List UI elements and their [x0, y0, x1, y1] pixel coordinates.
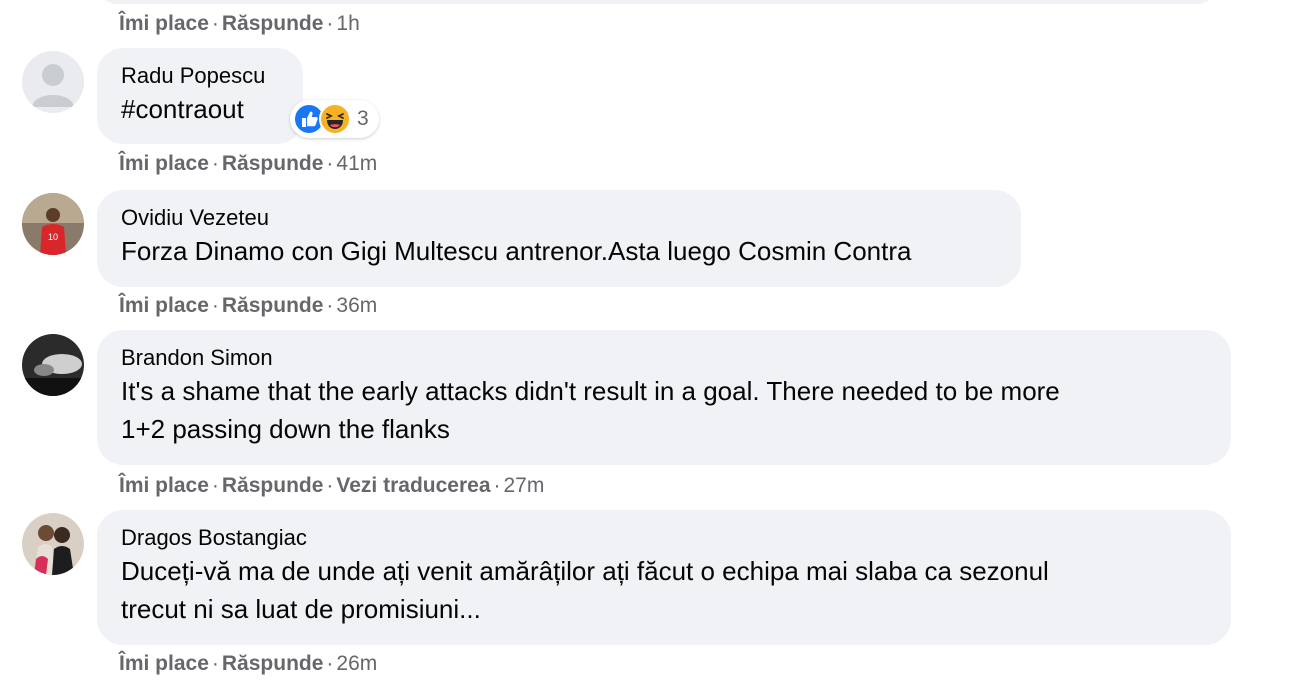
translate-link[interactable]: Vezi traducerea: [336, 474, 490, 497]
comment-bubble: Radu Popescu #contraout: [97, 48, 303, 144]
comment-text-line: Duceți-vă ma de unde ați venit amărâțilo…: [121, 556, 1049, 586]
comment-text-line: 1+2 passing down the flanks: [121, 414, 450, 444]
separator: ·: [211, 294, 219, 317]
default-avatar-icon: [22, 51, 84, 113]
separator: ·: [211, 652, 219, 675]
like-link[interactable]: Îmi place: [119, 294, 209, 317]
user-photo: [22, 334, 84, 396]
separator: ·: [211, 474, 219, 497]
like-link[interactable]: Îmi place: [119, 474, 209, 497]
comment-text-line: trecut ni sa luat de promisiuni...: [121, 594, 481, 624]
comment-author[interactable]: Radu Popescu: [121, 62, 279, 90]
reply-link[interactable]: Răspunde: [222, 652, 324, 675]
comment-time[interactable]: 27m: [504, 474, 545, 497]
separator: ·: [211, 12, 219, 35]
reply-link[interactable]: Răspunde: [222, 12, 324, 35]
separator: ·: [326, 474, 334, 497]
like-link[interactable]: Îmi place: [119, 12, 209, 35]
comment-author[interactable]: Dragos Bostangiac: [121, 524, 1207, 552]
separator: ·: [211, 152, 219, 175]
comment-bubble: Dragos Bostangiac Duceți-vă ma de unde a…: [97, 510, 1231, 645]
comment-bubble: Ovidiu Vezeteu Forza Dinamo con Gigi Mul…: [97, 190, 1021, 287]
comment-time[interactable]: 26m: [336, 652, 377, 675]
avatar[interactable]: [22, 51, 84, 113]
haha-icon: [319, 103, 351, 135]
user-photo: [22, 513, 84, 575]
comment-actions: Îmi place · Răspunde · 26m: [119, 652, 377, 676]
comment-actions: Îmi place · Răspunde · 41m: [119, 152, 377, 176]
reaction-count: 3: [357, 107, 369, 130]
comment-actions: Îmi place · Răspunde · 36m: [119, 294, 377, 318]
comment-actions: Îmi place · Răspunde · Vezi traducerea · 27m: [119, 474, 544, 498]
comment-text: #contraout: [121, 94, 244, 124]
comment-thread: Îmi place · Răspunde · 1h Radu Popescu #cont…: [0, 0, 1301, 700]
comment-bubble: Brandon Simon It's a shame that the earl…: [97, 330, 1231, 465]
separator: ·: [493, 474, 501, 497]
comment-author[interactable]: Brandon Simon: [121, 344, 1207, 372]
like-link[interactable]: Îmi place: [119, 152, 209, 175]
user-photo: 10: [22, 193, 84, 255]
separator: ·: [326, 12, 334, 35]
svg-text:10: 10: [48, 232, 58, 242]
separator: ·: [326, 294, 334, 317]
previous-comment-bubble: [97, 0, 1217, 4]
reply-link[interactable]: Răspunde: [222, 152, 324, 175]
avatar[interactable]: [22, 513, 84, 575]
comment-time[interactable]: 36m: [336, 294, 377, 317]
reply-link[interactable]: Răspunde: [222, 474, 324, 497]
reply-link[interactable]: Răspunde: [222, 294, 324, 317]
comment-time[interactable]: 41m: [336, 152, 377, 175]
like-link[interactable]: Îmi place: [119, 652, 209, 675]
avatar[interactable]: [22, 334, 84, 396]
separator: ·: [326, 652, 334, 675]
previous-comment-actions: Îmi place · Răspunde · 1h: [119, 12, 360, 36]
comment-author[interactable]: Ovidiu Vezeteu: [121, 204, 997, 232]
comment-text-line: It's a shame that the early attacks didn…: [121, 376, 1060, 406]
separator: ·: [326, 152, 334, 175]
avatar[interactable]: 10: [22, 193, 84, 255]
comment-time[interactable]: 1h: [336, 12, 359, 35]
comment-text: Forza Dinamo con Gigi Multescu antrenor.…: [121, 236, 912, 266]
reactions-summary[interactable]: 3: [290, 100, 379, 138]
